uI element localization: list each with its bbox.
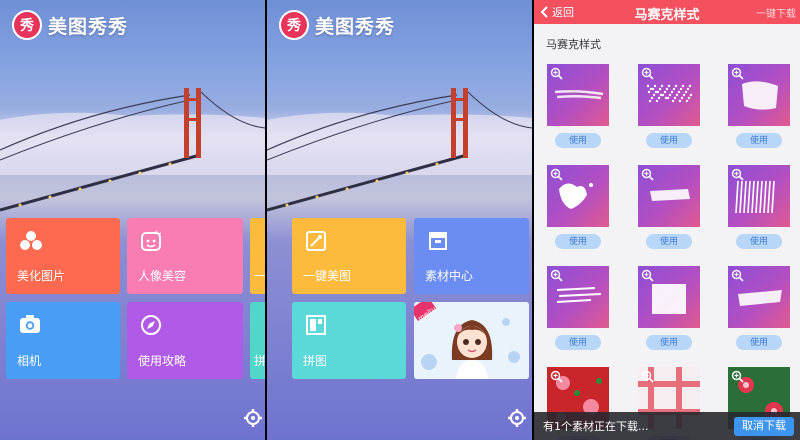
tile-collage[interactable]: 拼图	[292, 302, 406, 379]
home-screen-middle: 秀 美图秀秀 一键美图 素材中心 拼图 meitu	[267, 0, 532, 440]
logo-icon: 秀	[281, 12, 307, 38]
home-screen-left: 秀 美图秀秀 美化图片 人像美容 一 相机 使用攻略 拼	[0, 0, 265, 440]
use-button[interactable]: 使用	[646, 133, 692, 148]
toast-text: 有1个素材正在下载...	[543, 420, 649, 433]
mosaic-thumbnail[interactable]	[638, 266, 700, 328]
tile-label: 拼	[254, 354, 265, 368]
tile-partial-collage[interactable]: 拼	[250, 302, 265, 379]
mosaic-item: 使用	[728, 165, 790, 249]
store-icon	[429, 232, 447, 250]
tile-label: 一	[254, 269, 265, 283]
use-button[interactable]: 使用	[646, 335, 692, 350]
use-button[interactable]: 使用	[555, 133, 601, 148]
zoom-in-icon[interactable]	[731, 67, 744, 80]
zoom-in-icon[interactable]	[641, 67, 654, 80]
mosaic-item: 使用	[638, 64, 700, 148]
tile-label: 素材中心	[425, 269, 474, 283]
mosaic-thumbnail[interactable]	[638, 64, 700, 126]
tile-label: 使用攻略	[138, 354, 187, 368]
use-button[interactable]: 使用	[555, 335, 601, 350]
download-toast: 有1个素材正在下载... 取消下载	[534, 412, 800, 440]
tile-label: 相机	[17, 354, 42, 368]
mosaic-item: 使用	[547, 266, 609, 350]
tile-beautify[interactable]: 美化图片	[6, 218, 120, 294]
mosaic-thumbnail[interactable]	[547, 266, 609, 328]
mosaic-thumbnail[interactable]	[728, 64, 790, 126]
mosaic-item: 使用	[547, 64, 609, 148]
zoom-in-icon[interactable]	[550, 370, 563, 383]
mosaic-style-screen: 返回 马赛克样式 一键下载 马赛克样式 使用使用使用使用使用使用使用使用使用使用…	[534, 0, 800, 440]
tile-label: 美化图片	[17, 269, 66, 283]
magic-icon	[306, 231, 326, 251]
mosaic-thumbnail[interactable]	[638, 165, 700, 227]
tile-guide[interactable]: 使用攻略	[127, 302, 243, 379]
tile-label: 拼图	[303, 354, 328, 368]
mosaic-item: 使用	[547, 165, 609, 249]
camera-icon	[20, 315, 40, 333]
top-bar: 返回 马赛克样式 一键下载	[534, 0, 800, 24]
face-icon	[141, 230, 162, 251]
zoom-in-icon[interactable]	[731, 168, 744, 181]
promo-banner[interactable]: meitu	[414, 302, 529, 379]
tile-label: 一键美图	[303, 269, 352, 283]
zoom-in-icon[interactable]	[550, 269, 563, 282]
tile-partial-onekey[interactable]: 一	[250, 218, 265, 294]
mosaic-item: 使用	[638, 165, 700, 249]
settings-gear-icon[interactable]	[507, 408, 527, 428]
use-button[interactable]: 使用	[736, 234, 782, 249]
mosaic-item: 使用	[728, 266, 790, 350]
use-button[interactable]: 使用	[555, 234, 601, 249]
zoom-in-icon[interactable]	[641, 370, 654, 383]
zoom-in-icon[interactable]	[731, 370, 744, 383]
mosaic-thumbnail[interactable]	[547, 64, 609, 126]
logo-icon: 秀	[14, 12, 40, 38]
app-logo: 秀 美图秀秀	[12, 10, 128, 40]
app-name: 美图秀秀	[48, 15, 129, 38]
cancel-download-button[interactable]: 取消下载	[734, 417, 794, 436]
collage-icon	[306, 315, 326, 335]
use-button[interactable]: 使用	[646, 234, 692, 249]
section-title: 马赛克样式	[546, 38, 601, 51]
app-logo: 秀 美图秀秀	[279, 10, 395, 40]
zoom-in-icon[interactable]	[731, 269, 744, 282]
mosaic-thumbnail[interactable]	[728, 165, 790, 227]
mosaic-thumbnail[interactable]	[547, 165, 609, 227]
use-button[interactable]: 使用	[736, 335, 782, 350]
circles-icon	[20, 231, 42, 250]
tile-material-center[interactable]: 素材中心	[414, 218, 529, 294]
use-button[interactable]: 使用	[736, 133, 782, 148]
compass-icon	[141, 315, 161, 335]
zoom-in-icon[interactable]	[550, 168, 563, 181]
tile-camera[interactable]: 相机	[6, 302, 120, 379]
download-all-button[interactable]: 一键下载	[756, 5, 796, 20]
mosaic-item: 使用	[728, 64, 790, 148]
app-name: 美图秀秀	[315, 15, 396, 38]
mosaic-thumbnail[interactable]	[728, 266, 790, 328]
settings-gear-icon[interactable]	[243, 408, 263, 428]
tile-label: 人像美容	[138, 269, 187, 283]
zoom-in-icon[interactable]	[550, 67, 563, 80]
zoom-in-icon[interactable]	[641, 168, 654, 181]
mosaic-item: 使用	[638, 266, 700, 350]
tile-one-click[interactable]: 一键美图	[292, 218, 406, 294]
zoom-in-icon[interactable]	[641, 269, 654, 282]
tile-portrait[interactable]: 人像美容	[127, 218, 243, 294]
